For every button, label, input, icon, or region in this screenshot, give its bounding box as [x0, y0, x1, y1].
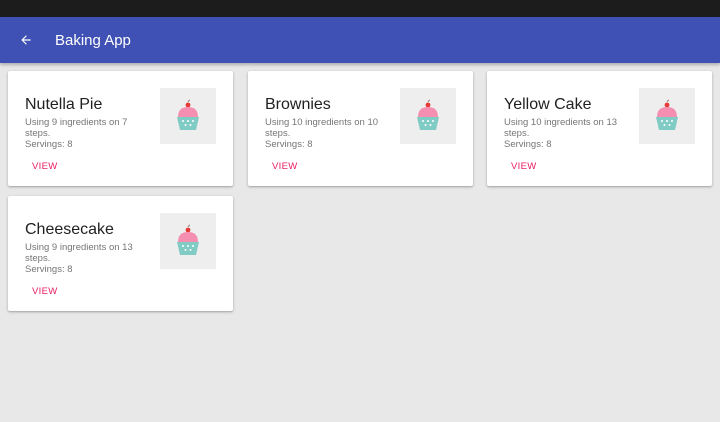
- recipe-name: Yellow Cake: [504, 96, 592, 113]
- recipe-servings: Servings: 8: [265, 139, 313, 150]
- recipe-description: Using 10 ingredients on 13 steps.: [504, 117, 618, 139]
- cupcake-icon: [417, 99, 439, 130]
- status-bar: [0, 0, 720, 17]
- recipe-description: Using 10 ingredients on 10 steps.: [265, 117, 379, 139]
- recipe-thumbnail: [160, 88, 216, 144]
- recipe-card[interactable]: Yellow Cake Using 10 ingredients on 13 s…: [487, 71, 712, 186]
- recipe-servings: Servings: 8: [25, 139, 73, 150]
- app-title: Baking App: [55, 31, 131, 49]
- back-button[interactable]: [15, 29, 37, 51]
- view-button[interactable]: VIEW: [272, 161, 297, 172]
- cupcake-icon: [177, 99, 199, 130]
- recipe-servings: Servings: 8: [504, 139, 552, 150]
- app-bar: Baking App: [0, 17, 720, 63]
- view-button[interactable]: VIEW: [511, 161, 536, 172]
- recipe-description: Using 9 ingredients on 13 steps.: [25, 242, 133, 264]
- recipe-thumbnail: [639, 88, 695, 144]
- recipe-name: Brownies: [265, 96, 331, 113]
- recipe-card[interactable]: Cheesecake Using 9 ingredients on 13 ste…: [8, 196, 233, 311]
- recipe-card[interactable]: Brownies Using 10 ingredients on 10 step…: [248, 71, 473, 186]
- view-button[interactable]: VIEW: [32, 286, 57, 297]
- cupcake-icon: [177, 224, 199, 255]
- recipe-thumbnail: [400, 88, 456, 144]
- recipe-description: Using 9 ingredients on 7 steps.: [25, 117, 128, 139]
- recipe-servings: Servings: 8: [25, 264, 73, 275]
- recipe-card[interactable]: Nutella Pie Using 9 ingredients on 7 ste…: [8, 71, 233, 186]
- recipe-name: Cheesecake: [25, 221, 114, 238]
- view-button[interactable]: VIEW: [32, 161, 57, 172]
- cupcake-icon: [656, 99, 678, 130]
- recipe-thumbnail: [160, 213, 216, 269]
- arrow-back-icon: [21, 35, 31, 45]
- recipe-name: Nutella Pie: [25, 96, 103, 113]
